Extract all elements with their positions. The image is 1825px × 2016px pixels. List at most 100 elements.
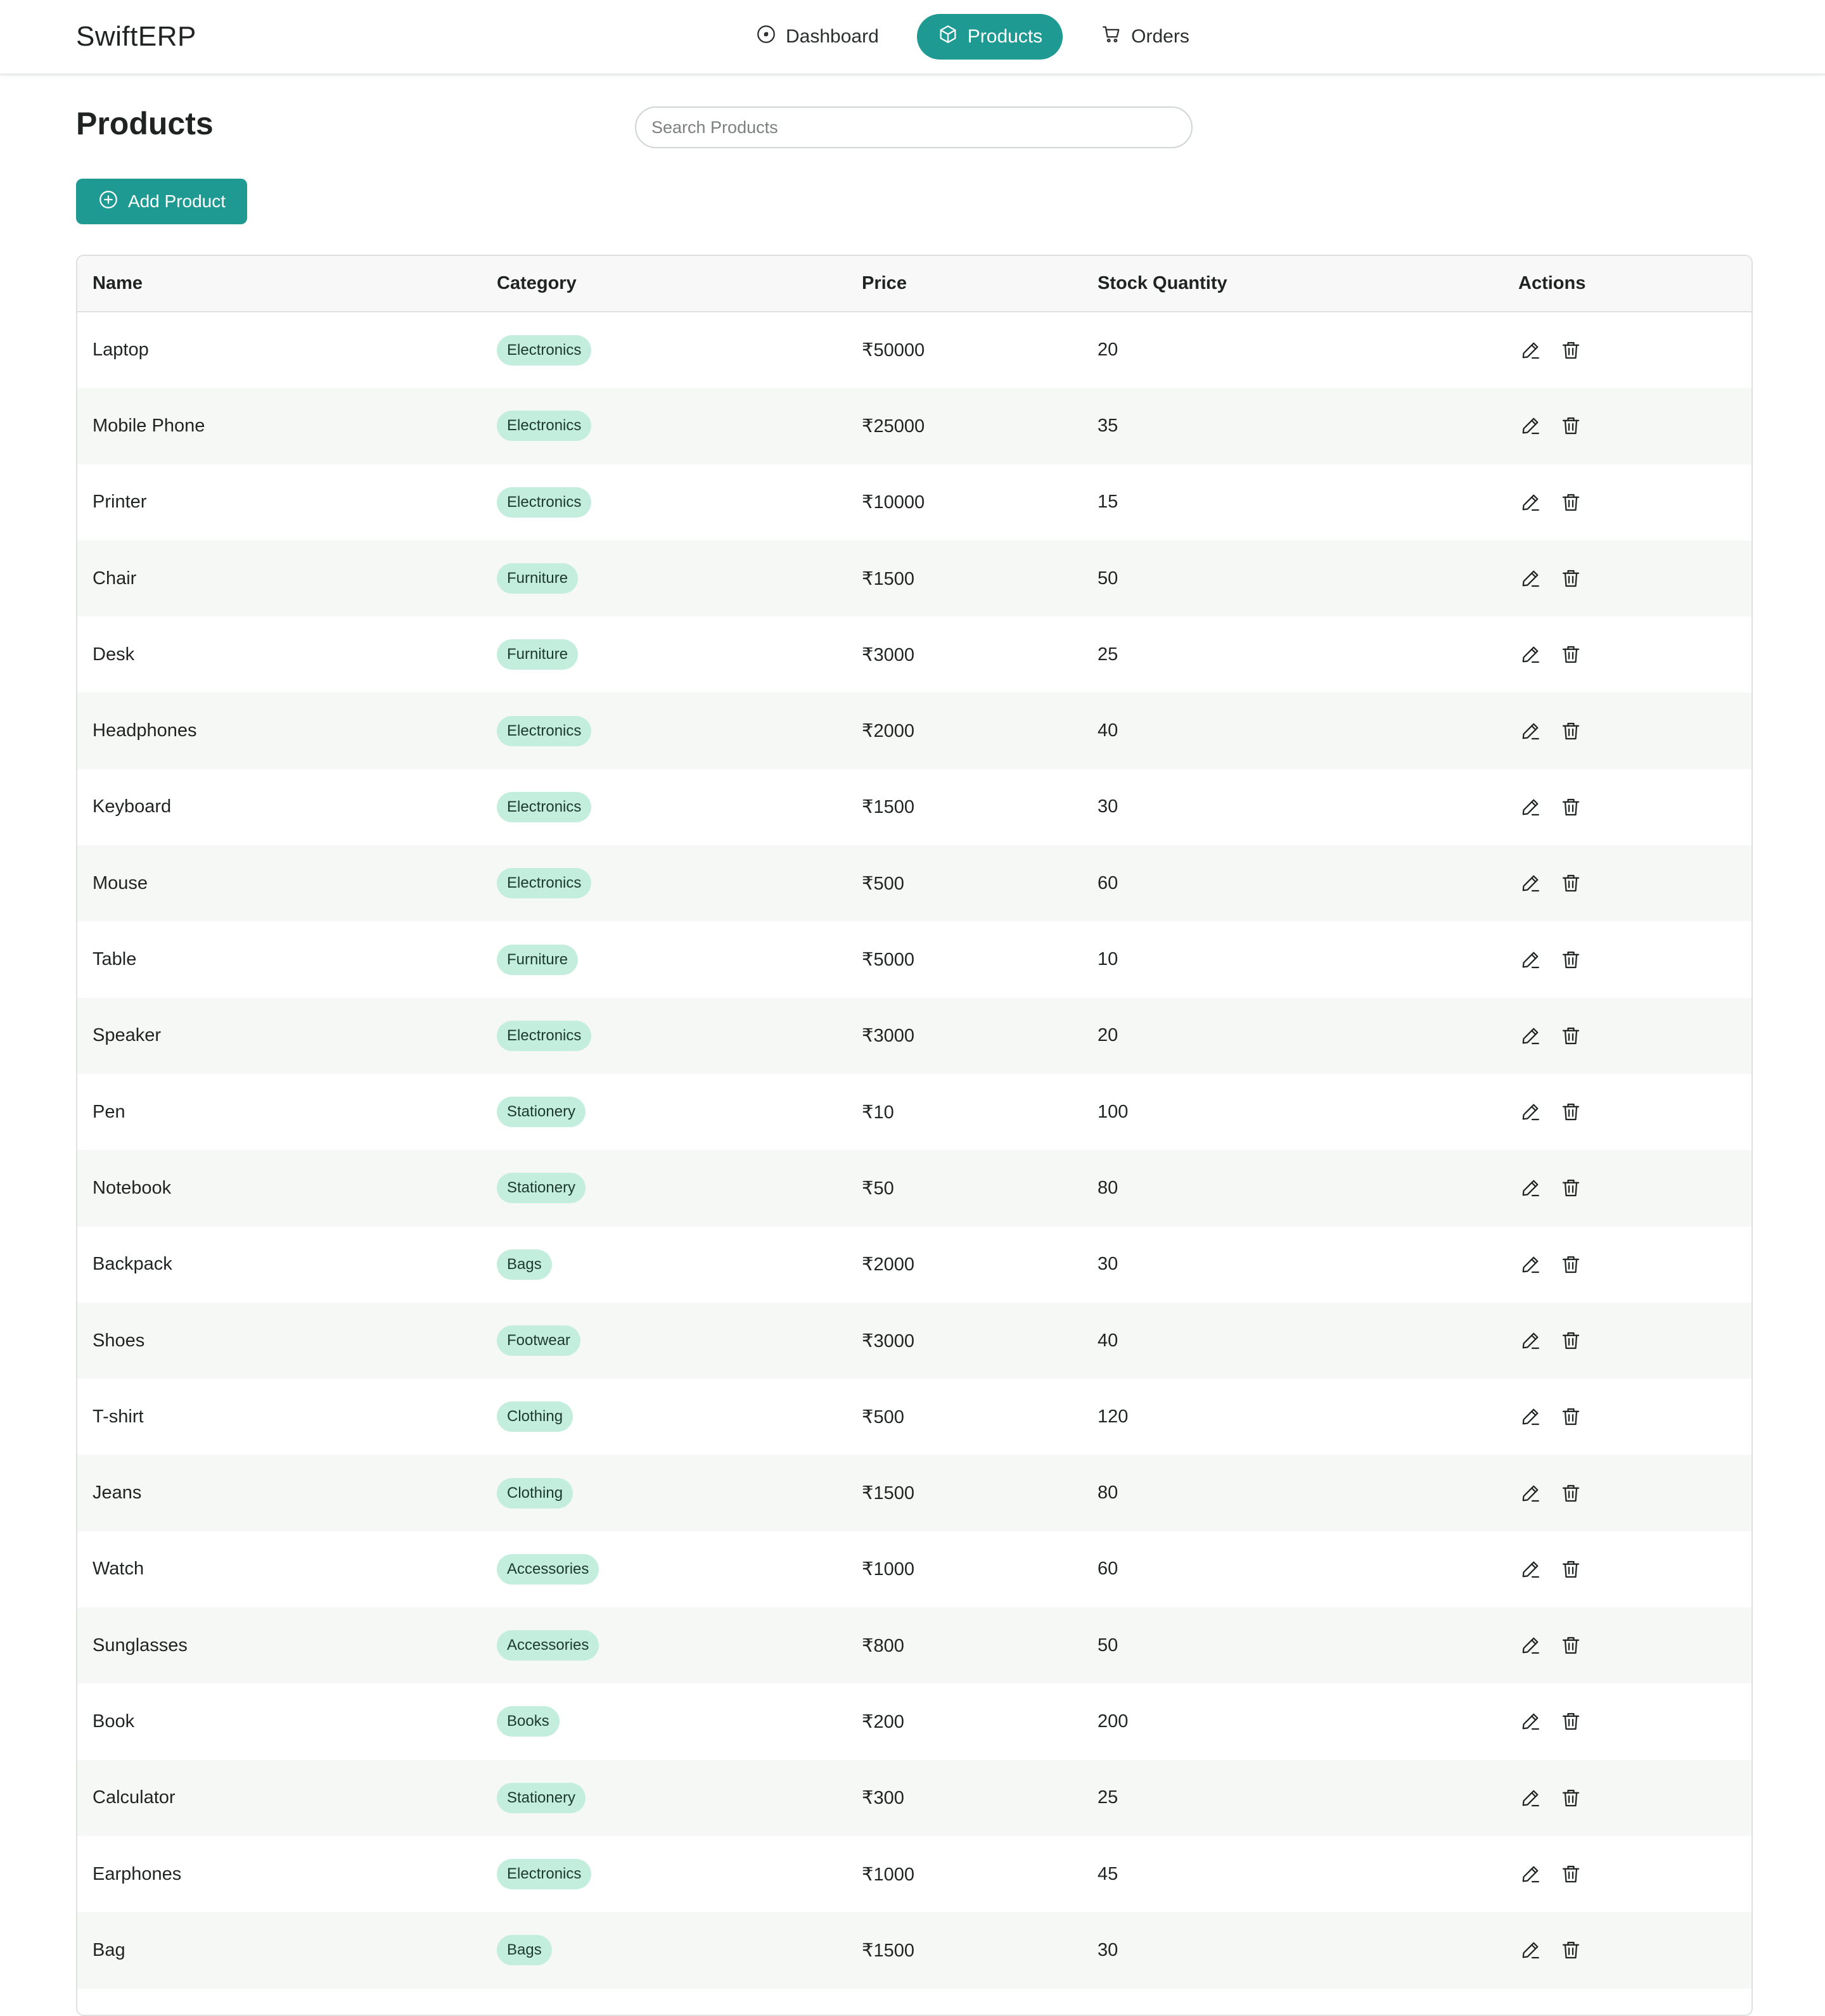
edit-icon[interactable]	[1518, 1329, 1542, 1353]
nav-item-dashboard[interactable]: Dashboard	[735, 14, 899, 60]
category-cell: Stationery	[482, 1074, 847, 1150]
edit-icon[interactable]	[1518, 490, 1542, 514]
edit-icon[interactable]	[1518, 1100, 1542, 1124]
trash-icon[interactable]	[1559, 948, 1583, 972]
edit-icon[interactable]	[1518, 871, 1542, 895]
edit-icon[interactable]	[1518, 1633, 1542, 1657]
product-name: Desk	[93, 644, 135, 665]
trash-icon[interactable]	[1559, 1786, 1583, 1810]
category-badge: Electronics	[497, 335, 592, 366]
product-stock: 30	[1098, 1939, 1118, 1960]
edit-icon[interactable]	[1518, 1709, 1542, 1733]
column-header-price[interactable]: Price	[847, 256, 1082, 312]
table-row[interactable]: Calculator Stationery ₹300 25	[77, 1759, 1751, 1836]
trash-icon[interactable]	[1559, 871, 1583, 895]
table-row[interactable]: Keyboard Electronics ₹1500 30	[77, 769, 1751, 845]
table-row[interactable]: Headphones Electronics ₹2000 40	[77, 692, 1751, 769]
product-price: ₹1000	[862, 1864, 914, 1885]
product-name: Mouse	[93, 872, 148, 893]
actions-cell	[1503, 1455, 1751, 1531]
trash-icon[interactable]	[1559, 1024, 1583, 1048]
trash-icon[interactable]	[1559, 1253, 1583, 1277]
add-product-button[interactable]: Add Product	[76, 179, 247, 224]
edit-icon[interactable]	[1518, 1024, 1542, 1048]
trash-icon[interactable]	[1559, 795, 1583, 819]
actions-cell	[1503, 464, 1751, 540]
trash-icon[interactable]	[1559, 490, 1583, 514]
table-row[interactable]: Desk Furniture ₹3000 25	[77, 616, 1751, 692]
trash-icon[interactable]	[1559, 1481, 1583, 1505]
edit-icon[interactable]	[1518, 1405, 1542, 1429]
trash-icon[interactable]	[1559, 566, 1583, 590]
edit-icon[interactable]	[1518, 642, 1542, 667]
edit-icon[interactable]	[1518, 1557, 1542, 1581]
edit-icon[interactable]	[1518, 566, 1542, 590]
trash-icon[interactable]	[1559, 1938, 1583, 1962]
actions-cell	[1503, 998, 1751, 1074]
column-header-stock[interactable]: Stock Quantity	[1082, 256, 1503, 312]
table-row[interactable]: T-shirt Clothing ₹500 120	[77, 1379, 1751, 1455]
table-row[interactable]: Speaker Electronics ₹3000 20	[77, 997, 1751, 1074]
trash-icon[interactable]	[1559, 1709, 1583, 1733]
nav-item-products[interactable]: Products	[916, 14, 1063, 60]
table-row[interactable]: Backpack Bags ₹2000 30	[77, 1227, 1751, 1303]
edit-icon[interactable]	[1518, 719, 1542, 743]
app-brand[interactable]: SwiftERP	[76, 0, 196, 73]
trash-icon[interactable]	[1559, 1862, 1583, 1886]
table-row[interactable]: Mouse Electronics ₹500 60	[77, 845, 1751, 922]
products-table: Name Category Price Stock Quantity Actio…	[76, 255, 1753, 2016]
nav-item-label: Orders	[1131, 26, 1189, 47]
edit-icon[interactable]	[1518, 1862, 1542, 1886]
category-cell: Books	[482, 1683, 847, 1759]
table-row[interactable]: Chair Furniture ₹1500 50	[77, 540, 1751, 617]
edit-icon[interactable]	[1518, 948, 1542, 972]
edit-icon[interactable]	[1518, 414, 1542, 438]
category-cell: Accessories	[482, 1607, 847, 1683]
main-nav: Dashboard Products Orders	[735, 14, 1210, 60]
product-name: Backpack	[93, 1254, 172, 1275]
trash-icon[interactable]	[1559, 1557, 1583, 1581]
table-row[interactable]: Bag Bags ₹1500 30	[77, 1912, 1751, 1989]
table-row[interactable]: Earphones Electronics ₹1000 45	[77, 1836, 1751, 1912]
edit-icon[interactable]	[1518, 1786, 1542, 1810]
trash-icon[interactable]	[1559, 1329, 1583, 1353]
product-name: Shoes	[93, 1330, 145, 1351]
search-input[interactable]	[635, 106, 1193, 148]
table-row[interactable]: Watch Accessories ₹1000 60	[77, 1531, 1751, 1607]
table-row[interactable]: Shoes Footwear ₹3000 40	[77, 1302, 1751, 1379]
edit-icon[interactable]	[1518, 1481, 1542, 1505]
table-row[interactable]: Sunglasses Accessories ₹800 50	[77, 1607, 1751, 1684]
category-badge: Stationery	[497, 1173, 586, 1204]
table-row[interactable]: Jeans Clothing ₹1500 80	[77, 1455, 1751, 1531]
trash-icon[interactable]	[1559, 414, 1583, 438]
trash-icon[interactable]	[1559, 642, 1583, 667]
edit-icon[interactable]	[1518, 1938, 1542, 1962]
column-header-name[interactable]: Name	[77, 256, 482, 312]
table-row[interactable]: Table Furniture ₹5000 10	[77, 921, 1751, 997]
column-header-category[interactable]: Category	[482, 256, 847, 312]
table-row[interactable]: Book Books ₹200 200	[77, 1683, 1751, 1759]
trash-icon[interactable]	[1559, 338, 1583, 362]
trash-icon[interactable]	[1559, 1176, 1583, 1200]
category-badge: Electronics	[497, 791, 592, 822]
table-row[interactable]: Mobile Phone Electronics ₹25000 35	[77, 388, 1751, 464]
nav-item-orders[interactable]: Orders	[1080, 14, 1210, 60]
edit-icon[interactable]	[1518, 338, 1542, 362]
table-row[interactable]: Laptop Electronics ₹50000 20	[77, 312, 1751, 388]
product-price: ₹5000	[862, 950, 914, 971]
actions-cell	[1503, 692, 1751, 769]
top-navbar: SwiftERP Dashboard Products Orders	[0, 0, 1825, 75]
table-row[interactable]: Printer Electronics ₹10000 15	[77, 464, 1751, 540]
table-row[interactable]: Pen Stationery ₹10 100	[77, 1074, 1751, 1150]
table-row[interactable]: Notebook Stationery ₹50 80	[77, 1150, 1751, 1227]
actions-cell	[1503, 1607, 1751, 1683]
edit-icon[interactable]	[1518, 1253, 1542, 1277]
product-price: ₹10	[862, 1102, 894, 1123]
trash-icon[interactable]	[1559, 1100, 1583, 1124]
edit-icon[interactable]	[1518, 795, 1542, 819]
trash-icon[interactable]	[1559, 719, 1583, 743]
trash-icon[interactable]	[1559, 1405, 1583, 1429]
trash-icon[interactable]	[1559, 1633, 1583, 1657]
actions-cell	[1503, 1531, 1751, 1607]
edit-icon[interactable]	[1518, 1176, 1542, 1200]
